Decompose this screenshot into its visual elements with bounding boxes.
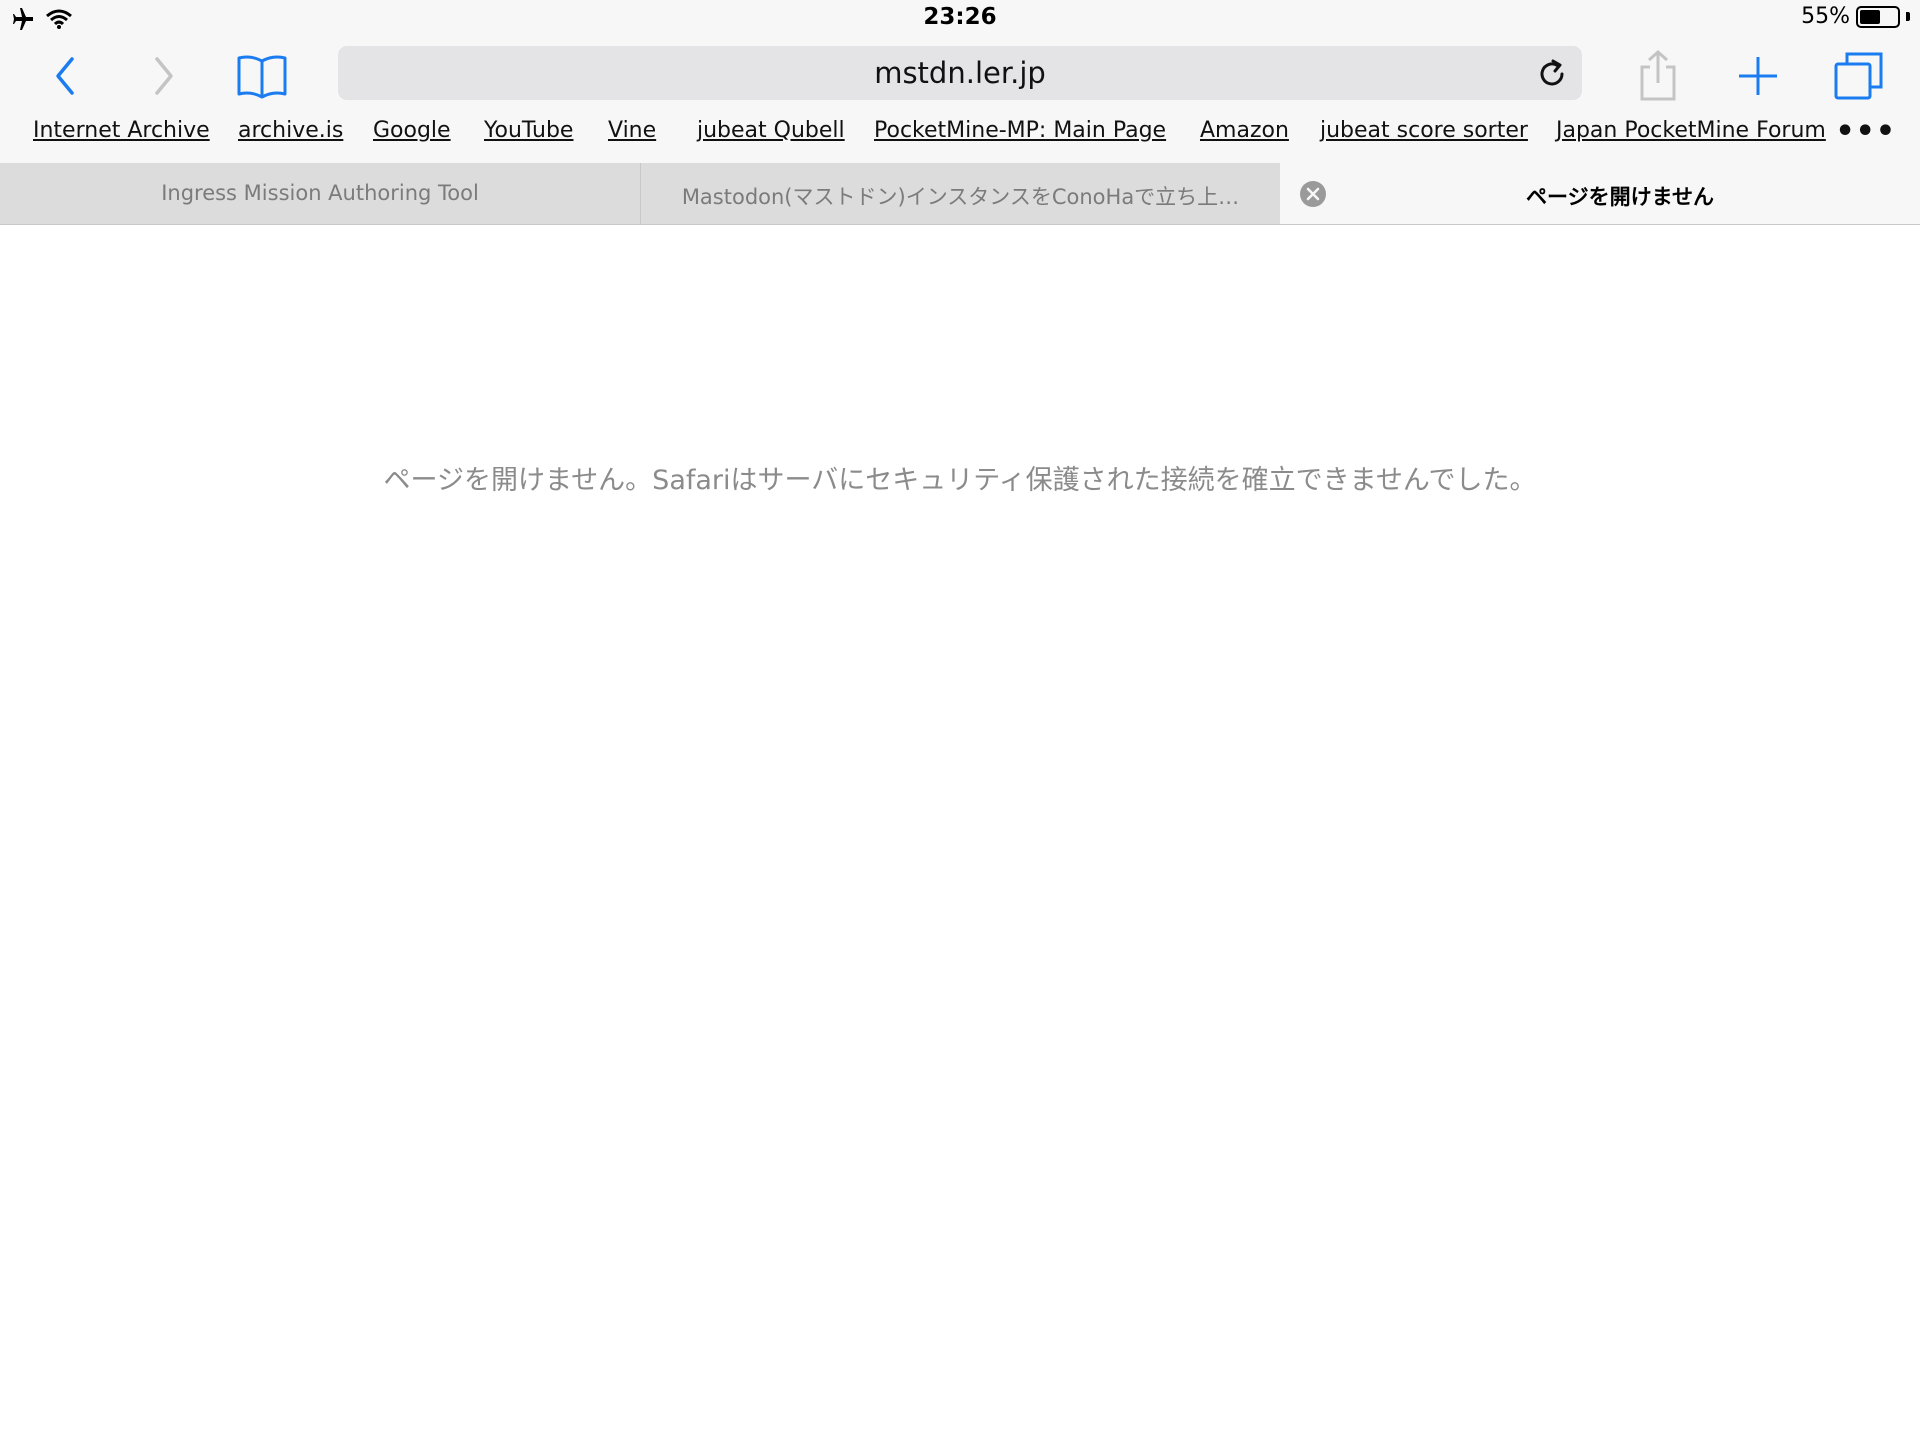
favorite-link[interactable]: jubeat score sorter [1320, 118, 1528, 143]
address-bar[interactable]: mstdn.ler.jp [338, 46, 1582, 100]
status-bar: 23:26 55% [0, 0, 1920, 38]
plus-icon [1739, 57, 1777, 95]
tab-label: ページを開けません [1526, 185, 1714, 209]
favorite-link[interactable]: Amazon [1200, 118, 1289, 143]
battery-nub [1906, 12, 1910, 21]
tabs-overview-icon [1834, 52, 1883, 100]
browser-chrome: 23:26 55% mstdn.ler.jp Internet Archive … [0, 0, 1920, 225]
toolbar: mstdn.ler.jp [0, 42, 1920, 107]
forward-button[interactable] [134, 46, 194, 106]
tab-label: Ingress Mission Authoring Tool [161, 181, 479, 205]
status-right: 55% [1801, 4, 1910, 29]
favorite-link[interactable]: Vine [608, 118, 656, 143]
battery-icon [1856, 5, 1900, 28]
favorite-link[interactable]: archive.is [238, 118, 343, 143]
battery-percent: 55% [1801, 4, 1850, 29]
more-favorites-button[interactable]: ••• [1835, 114, 1896, 149]
tab-bar: Ingress Mission Authoring Tool Mastodon(… [0, 163, 1920, 225]
tab-label: Mastodon(マストドン)インスタンスをConoHaで立ち上… [681, 185, 1240, 209]
bookmarks-button[interactable] [232, 46, 292, 106]
close-icon [1306, 187, 1320, 201]
tab-ingress[interactable]: Ingress Mission Authoring Tool [0, 163, 640, 224]
tabs-overview-button[interactable] [1829, 46, 1889, 106]
tab-error-page[interactable]: ページを開けません [1280, 163, 1920, 224]
favorites-bar: Internet Archive archive.is Google YouTu… [0, 114, 1920, 154]
favorite-link[interactable]: YouTube [484, 118, 573, 143]
favorite-link[interactable]: Internet Archive [33, 118, 210, 143]
error-message: ページを開けません。Safariはサーバにセキュリティ保護された接続を確立できま… [383, 465, 1537, 496]
favorite-link[interactable]: Japan PocketMine Forum [1556, 118, 1826, 143]
url-text: mstdn.ler.jp [874, 56, 1046, 90]
page-content: ページを開けません。Safariはサーバにセキュリティ保護された接続を確立できま… [0, 226, 1920, 1440]
favorite-link[interactable]: Google [373, 118, 451, 143]
reload-icon [1540, 59, 1564, 86]
battery-level [1860, 9, 1880, 24]
status-time: 23:26 [923, 4, 997, 30]
back-button[interactable] [35, 46, 95, 106]
book-icon [237, 55, 287, 99]
share-button[interactable] [1628, 46, 1688, 106]
chevron-right-icon [155, 57, 173, 95]
reload-button[interactable] [1536, 58, 1568, 90]
favorite-link[interactable]: PocketMine-MP: Main Page [874, 118, 1166, 143]
share-icon [1640, 49, 1676, 101]
favorite-link[interactable]: jubeat Qubell [697, 118, 845, 143]
tab-mastodon[interactable]: Mastodon(マストドン)インスタンスをConoHaで立ち上… [641, 163, 1280, 224]
new-tab-button[interactable] [1728, 46, 1788, 106]
chevron-left-icon [56, 57, 74, 95]
